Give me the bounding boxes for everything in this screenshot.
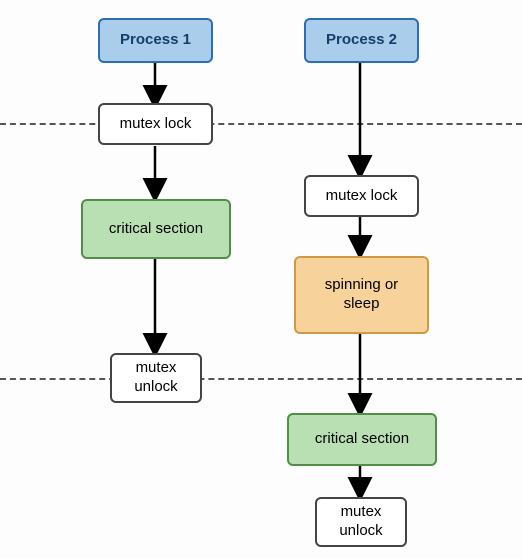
process2-header: Process 2 [304, 18, 419, 63]
process2-mutex-lock: mutex lock [304, 175, 419, 217]
process1-critical-section: critical section [81, 199, 231, 259]
dashed-line-unlock [0, 378, 522, 380]
process2-spinning-or-sleep: spinning or sleep [294, 256, 429, 334]
process1-header: Process 1 [98, 18, 213, 63]
arrows [0, 0, 522, 559]
process2-critical-section: critical section [287, 413, 437, 466]
process2-mutex-unlock: mutex unlock [315, 497, 407, 547]
process1-mutex-lock: mutex lock [98, 103, 213, 145]
mutex-flow-diagram: Process 1 mutex lock critical section mu… [0, 0, 522, 559]
process1-mutex-unlock: mutex unlock [110, 353, 202, 403]
dashed-line-lock [0, 123, 522, 125]
